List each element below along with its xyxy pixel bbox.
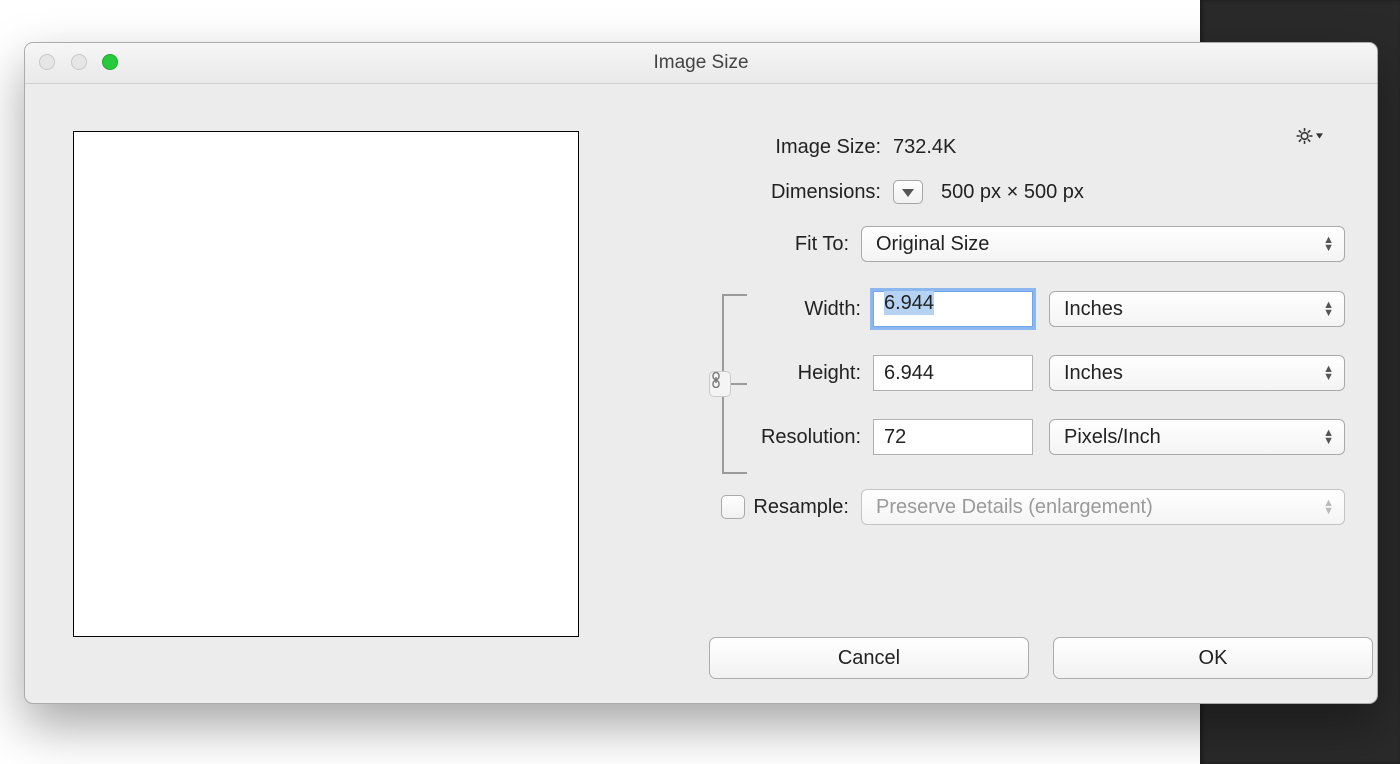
height-input[interactable]: 6.944 [873, 355, 1033, 391]
height-value: 6.944 [884, 362, 934, 385]
resample-label: Resample: [753, 496, 849, 519]
gear-icon [1295, 125, 1314, 147]
fit-to-label: Fit To: [645, 233, 861, 256]
height-unit-value: Inches [1064, 362, 1123, 385]
cancel-button-label: Cancel [838, 647, 900, 670]
fit-to-value: Original Size [876, 233, 989, 256]
link-icon [710, 372, 722, 388]
chevron-down-icon [1316, 129, 1323, 143]
image-size-dialog: Image Size [24, 42, 1378, 704]
updown-arrows-icon: ▲▼ [1323, 499, 1334, 515]
updown-arrows-icon: ▲▼ [1323, 365, 1334, 381]
resolution-input[interactable]: 72 [873, 419, 1033, 455]
fit-to-select[interactable]: Original Size ▲▼ [861, 226, 1345, 262]
window-controls [39, 54, 128, 77]
window-title: Image Size [653, 52, 748, 73]
constrain-proportions-bracket [713, 289, 737, 477]
height-label: Height: [645, 362, 873, 385]
resolution-value: 72 [884, 426, 906, 449]
resolution-label: Resolution: [645, 426, 873, 449]
resample-method-select: Preserve Details (enlargement) ▲▼ [861, 489, 1345, 525]
dimensions-value: 500 px × 500 px [941, 181, 1084, 204]
chevron-down-icon [902, 187, 914, 197]
height-unit-select[interactable]: Inches ▲▼ [1049, 355, 1345, 391]
cancel-button[interactable]: Cancel [709, 637, 1029, 679]
updown-arrows-icon: ▲▼ [1323, 301, 1334, 317]
updown-arrows-icon: ▲▼ [1323, 236, 1334, 252]
dialog-buttons: Cancel OK [709, 637, 1373, 679]
image-size-value: 732.4K [893, 136, 956, 159]
resample-label-group: Resample: [645, 495, 861, 519]
ok-button[interactable]: OK [1053, 637, 1373, 679]
ok-button-label: OK [1199, 647, 1228, 670]
dialog-content: Image Size: 732.4K Dimensions: 500 px × … [25, 83, 1377, 703]
constrain-proportions-toggle[interactable] [709, 371, 731, 397]
image-preview[interactable] [73, 131, 579, 637]
resolution-unit-value: Pixels/Inch [1064, 426, 1161, 449]
resample-checkbox[interactable] [721, 495, 745, 519]
width-unit-value: Inches [1064, 298, 1123, 321]
close-window-button[interactable] [39, 54, 55, 70]
dimensions-disclosure-button[interactable] [893, 180, 923, 204]
image-size-label: Image Size: [645, 136, 893, 159]
options-menu-button[interactable] [1295, 125, 1323, 147]
resolution-unit-select[interactable]: Pixels/Inch ▲▼ [1049, 419, 1345, 455]
width-unit-select[interactable]: Inches ▲▼ [1049, 291, 1345, 327]
width-value: 6.944 [884, 291, 934, 315]
updown-arrows-icon: ▲▼ [1323, 429, 1334, 445]
resample-value: Preserve Details (enlargement) [876, 496, 1153, 519]
width-label: Width: [645, 298, 873, 321]
width-input[interactable]: 6.944 [873, 291, 1033, 327]
minimize-window-button[interactable] [71, 54, 87, 70]
zoom-window-button[interactable] [102, 54, 118, 70]
titlebar: Image Size [25, 43, 1377, 84]
dimensions-label: Dimensions: [645, 181, 893, 204]
